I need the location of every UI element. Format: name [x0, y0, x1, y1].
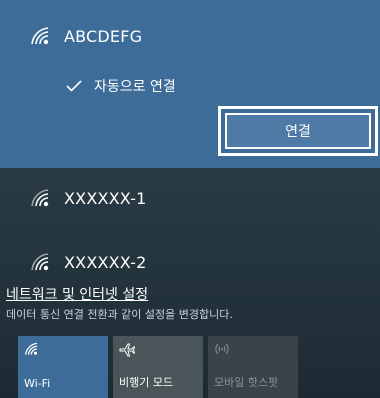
- network-item-1[interactable]: XXXXXX-1: [30, 188, 147, 208]
- network-name: XXXXXX-2: [64, 252, 147, 272]
- quick-action-label: Wi-Fi: [24, 377, 51, 390]
- checkmark-icon: [66, 80, 82, 92]
- network-item-selected[interactable]: ABCDEFG: [30, 26, 142, 46]
- hotspot-icon: [214, 342, 292, 356]
- connect-button[interactable]: 연결: [225, 113, 371, 149]
- connect-button-focus-ring: 연결: [218, 106, 378, 156]
- quick-action-airplane-mode[interactable]: 비행기 모드: [113, 336, 203, 398]
- auto-connect-label: 자동으로 연결: [94, 79, 176, 95]
- quick-action-wifi[interactable]: Wi-Fi: [18, 336, 108, 398]
- network-item-2[interactable]: XXXXXX-2: [30, 252, 147, 272]
- airplane-icon: [119, 342, 197, 358]
- quick-action-mobile-hotspot: 모바일 핫스팟: [208, 336, 298, 398]
- wifi-icon: [30, 252, 52, 272]
- wifi-icon: [30, 26, 52, 46]
- quick-action-label: 비행기 모드: [119, 376, 174, 389]
- network-settings-description: 데이터 통신 연결 전환과 같이 설정을 변경합니다.: [6, 308, 233, 321]
- quick-action-label: 모바일 핫스팟: [214, 376, 279, 389]
- network-settings-link[interactable]: 네트워크 및 인터넷 설정: [6, 284, 148, 304]
- network-name: XXXXXX-1: [64, 188, 147, 208]
- wifi-icon: [30, 188, 52, 208]
- wifi-icon: [24, 342, 102, 356]
- auto-connect-checkbox[interactable]: 자동으로 연결: [66, 76, 176, 96]
- network-name: ABCDEFG: [64, 26, 143, 46]
